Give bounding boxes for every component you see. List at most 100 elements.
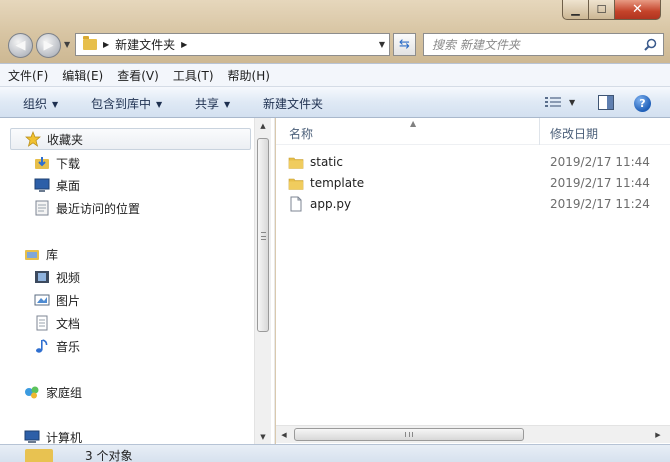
view-options-icon[interactable]: [545, 96, 561, 109]
nav-item-downloads[interactable]: 下载: [34, 152, 80, 174]
scroll-right-icon[interactable]: ▶: [650, 427, 666, 443]
menu-view[interactable]: 查看(V): [117, 67, 159, 84]
command-bar: 组织 ▼ 包含到库中 ▼ 共享 ▼ 新建文件夹 ▼ ?: [0, 87, 670, 118]
nav-item-pictures[interactable]: 图片: [34, 289, 80, 311]
title-bar: ▁ ☐ ✕ ◀ ▶ ▼ ▶ 新建文件夹 ▶ ▼ ⇆: [0, 0, 670, 63]
music-icon: [36, 339, 48, 353]
organize-button[interactable]: 组织 ▼: [23, 95, 58, 112]
scroll-left-icon[interactable]: ◀: [276, 427, 292, 443]
file-name: static: [310, 154, 343, 169]
column-header-name[interactable]: 名称: [289, 125, 313, 142]
close-button[interactable]: ✕: [615, 0, 661, 20]
desktop-icon: [34, 178, 50, 192]
nav-favorites-label: 收藏夹: [47, 132, 84, 147]
nav-item-label: 音乐: [56, 339, 81, 354]
folder-icon: [288, 178, 304, 190]
chevron-down-icon: ▼: [156, 100, 163, 109]
nav-item-label: 最近访问的位置: [56, 201, 141, 216]
arrow-right-icon: ▶: [43, 38, 54, 53]
help-icon[interactable]: ?: [634, 95, 651, 112]
view-dropdown-icon[interactable]: ▼: [569, 98, 575, 107]
maximize-button[interactable]: ☐: [589, 0, 615, 20]
navigation-pane: 收藏夹 下载 桌面 最近访问的位置 库 视频 图片 文档 音乐 家庭组 计算机: [0, 118, 271, 445]
navigation-scrollbar[interactable]: ▲ ▼: [254, 118, 271, 445]
include-in-library-button[interactable]: 包含到库中 ▼: [91, 95, 162, 112]
nav-item-label: 图片: [56, 293, 81, 308]
search-icon[interactable]: [644, 38, 657, 51]
forward-button[interactable]: ▶: [36, 33, 61, 58]
folder-icon: [288, 157, 304, 169]
nav-item-music[interactable]: 音乐: [34, 335, 80, 357]
nav-libraries[interactable]: 库: [24, 243, 58, 265]
status-bar: 3 个对象: [0, 444, 670, 462]
share-button[interactable]: 共享 ▼: [195, 95, 230, 112]
file-row[interactable]: static 2019/2/17 11:44: [288, 151, 668, 172]
breadcrumb-separator-icon[interactable]: ▶: [103, 40, 109, 49]
library-icon: [25, 250, 39, 260]
sort-ascending-icon: ▲: [410, 119, 417, 128]
recent-pages-dropdown-icon[interactable]: ▼: [64, 40, 70, 49]
nav-item-label: 文档: [56, 316, 81, 331]
column-header-date-modified[interactable]: 修改日期: [550, 125, 598, 142]
file-list: 名称 ▲ 修改日期 static 2019/2/17 11:44 templat…: [276, 118, 670, 445]
grip-icon: [405, 432, 413, 437]
document-icon: [36, 315, 48, 331]
computer-icon: [24, 430, 40, 443]
file-date-modified: 2019/2/17 11:44: [550, 154, 650, 169]
share-label: 共享: [195, 97, 220, 111]
nav-item-label: 桌面: [56, 178, 81, 193]
organize-label: 组织: [23, 97, 48, 111]
new-folder-button[interactable]: 新建文件夹: [263, 95, 323, 112]
pane-splitter[interactable]: [271, 118, 275, 445]
nav-item-videos[interactable]: 视频: [34, 266, 80, 288]
nav-favorites[interactable]: 收藏夹: [10, 128, 251, 150]
address-history-dropdown-icon[interactable]: ▼: [379, 40, 385, 49]
nav-computer[interactable]: 计算机: [24, 426, 82, 445]
minimize-button[interactable]: ▁: [562, 0, 589, 20]
menu-edit[interactable]: 编辑(E): [62, 67, 103, 84]
file-name: app.py: [310, 196, 352, 211]
nav-item-documents[interactable]: 文档: [34, 312, 80, 334]
scroll-up-icon[interactable]: ▲: [255, 118, 271, 134]
status-item-count: 3 个对象: [85, 449, 133, 462]
file-name: template: [310, 175, 365, 190]
refresh-button[interactable]: ⇆: [393, 33, 416, 56]
back-button[interactable]: ◀: [8, 33, 33, 58]
refresh-icon: ⇆: [399, 37, 410, 52]
file-date-modified: 2019/2/17 11:44: [550, 175, 650, 190]
scrollbar-thumb[interactable]: [294, 428, 524, 441]
menu-help[interactable]: 帮助(H): [228, 67, 270, 84]
scroll-down-icon[interactable]: ▼: [255, 429, 271, 445]
nav-computer-label: 计算机: [46, 430, 83, 445]
menu-tools[interactable]: 工具(T): [173, 67, 214, 84]
menu-file[interactable]: 文件(F): [8, 67, 48, 84]
video-icon: [35, 271, 49, 283]
nav-homegroup-label: 家庭组: [46, 385, 83, 400]
file-row[interactable]: template 2019/2/17 11:44: [288, 172, 668, 193]
scrollbar-thumb[interactable]: [257, 138, 269, 332]
file-row[interactable]: app.py 2019/2/17 11:24: [288, 193, 668, 214]
menu-bar: 文件(F) 编辑(E) 查看(V) 工具(T) 帮助(H): [0, 63, 670, 87]
arrow-left-icon: ◀: [15, 38, 26, 53]
nav-item-desktop[interactable]: 桌面: [34, 174, 80, 196]
nav-item-recent-places[interactable]: 最近访问的位置: [34, 197, 140, 219]
recent-places-icon: [35, 200, 49, 216]
window-controls: ▁ ☐ ✕: [562, 0, 661, 20]
file-list-horizontal-scrollbar[interactable]: ◀ ▶: [276, 425, 670, 443]
search-box[interactable]: [423, 33, 664, 56]
python-file-icon: [290, 196, 302, 211]
folder-icon: [83, 36, 97, 50]
column-header-row: 名称 ▲ 修改日期: [276, 118, 670, 145]
column-divider[interactable]: [539, 118, 540, 145]
picture-icon: [34, 294, 50, 306]
address-bar[interactable]: ▶ 新建文件夹 ▶ ▼: [75, 33, 390, 56]
breadcrumb-item[interactable]: 新建文件夹: [115, 36, 175, 53]
star-icon: [25, 131, 41, 147]
nav-homegroup[interactable]: 家庭组: [24, 381, 82, 403]
breadcrumb-separator-icon[interactable]: ▶: [181, 40, 187, 49]
file-date-modified: 2019/2/17 11:24: [550, 196, 650, 211]
preview-pane-icon[interactable]: [598, 95, 614, 110]
download-folder-icon: [35, 157, 49, 169]
search-input[interactable]: [432, 37, 642, 52]
folder-icon: [25, 449, 53, 462]
